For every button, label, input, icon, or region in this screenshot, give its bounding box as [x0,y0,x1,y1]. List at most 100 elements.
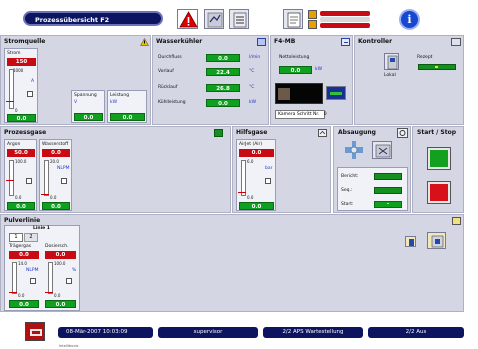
wasserstoff-checkbox[interactable] [61,178,67,184]
strom-setpoint[interactable]: 150 [7,58,36,66]
status-indicator-group [308,10,370,29]
tab-linie-2[interactable]: 2 [24,233,38,242]
pulverlinie-panel: Pulverlinie Linie 1 1 2 Trägergas 0.0 14… [0,214,464,312]
logo-icon [30,329,42,336]
kuehlleistung-label: Kühlleistung [158,100,186,105]
pulverlinie-alert-icon[interactable] [452,217,461,225]
datetime-field: 08-Mär-2007 10:03:09 [58,327,153,338]
argon-max: 100.0 [15,159,27,164]
pulverlinie-small-button[interactable] [405,236,416,247]
process-view-button[interactable] [204,9,224,29]
dosiersch-checkbox[interactable] [66,278,72,284]
computer-icon [387,55,398,70]
traegergas-box: Trägergas 0.0 14.0 NLPM 0.0 0.0 [8,244,42,310]
wasserstoff-label: Wasserstoff [42,142,69,147]
aus-status-value: 2/2 Aus [405,329,427,335]
netto-value: 0.0 [279,66,312,74]
camera-action-button[interactable] [326,86,346,100]
tab-linie-1[interactable]: 1 [9,233,23,242]
airjet-label: AirJet (Air) [239,142,263,147]
argon-checkbox[interactable] [26,178,32,184]
argon-meter [9,160,14,196]
wasserstoff-unit: NLPM [57,166,70,171]
table-list-icon [233,12,247,28]
prozessgase-header: Prozessgase [4,129,47,136]
airjet-checkbox[interactable] [265,178,271,184]
ruecklauf-unit: °C [249,85,255,90]
airjet-min: 0.0 [247,195,254,200]
startstop-panel: Start / Stop [412,126,464,213]
strom-checkbox[interactable] [27,91,33,97]
dosiersch-marker [45,292,53,293]
start-button[interactable] [427,147,451,170]
aps-status-field: 2/2 APS Wartestellung [263,327,363,338]
status-bar-3 [320,23,370,28]
kontroller-settings-icon[interactable] [451,38,461,46]
wasserstoff-max: 20.0 [50,159,59,164]
wasserkuehler-settings-icon[interactable] [257,38,266,46]
process-diagram-icon [207,12,223,28]
status-led-2 [308,20,317,29]
traegergas-setpoint[interactable]: 0.0 [9,251,39,259]
dosiersch-max: 100.0 [54,261,66,266]
spannung-unit: V [74,100,78,105]
aps-status-value: 2/2 APS Wartestellung [282,329,344,335]
traegergas-checkbox[interactable] [30,278,36,284]
f4mb-panel: F4-MB Nettoleistung 0.0 kW Kamera Schrit… [270,35,353,125]
valve-icon [375,144,391,158]
absaugung-status-box: Bericht: Seq.: Start: - [337,167,408,211]
startstop-header: Start / Stop [417,129,457,136]
bericht-indicator [374,173,402,180]
linie-icon [409,239,414,246]
document-icon [287,12,301,28]
vorlauf-unit: °C [249,69,255,74]
hilfsgase-header: Hilfsgase [236,129,268,136]
traegergas-actual: 0.0 [9,300,39,308]
argon-label: Argon [7,142,21,147]
document-button[interactable] [283,9,303,29]
wasserstoff-meter [44,160,49,196]
fan-icon [343,141,365,159]
camera-preview-icon [278,88,290,100]
warning-icon[interactable] [140,37,149,46]
hilfsgase-collapse-icon[interactable] [318,129,327,137]
absaugung-settings-icon[interactable] [397,128,408,138]
wasserstoff-setpoint[interactable]: 0.0 [42,149,70,157]
ruecklauf-label: Rücklauf [158,85,178,90]
traegergas-unit: NLPM [26,268,39,273]
absaugung-valve-button[interactable] [372,141,392,159]
table-view-button[interactable] [229,9,249,29]
stromquelle-header: Stromquelle [4,38,46,45]
argon-setpoint[interactable]: 50.0 [7,149,35,157]
argon-marker [6,180,14,181]
wasserstoff-box: Wasserstoff 0.0 20.0 NLPM 0.0 0.0 [39,139,72,211]
stop-button[interactable] [427,181,451,204]
bericht-label: Bericht: [341,174,359,179]
traegergas-marker [9,292,17,293]
strom-max: 1000 [13,68,24,73]
vorlauf-label: Vorlauf [158,69,174,74]
leistung-value: 0.0 [110,113,145,121]
lokal-button[interactable] [384,53,399,70]
pulverlinie-detail-button[interactable] [427,232,446,249]
prozessgase-settings-icon[interactable] [214,129,223,137]
status-bar-1 [320,11,370,16]
datetime-value: 08-Mär-2007 10:03:09 [66,329,128,335]
airjet-marker [238,192,246,193]
info-button[interactable]: i [399,9,420,30]
argon-min: 0.0 [15,195,22,200]
logo-label: Intellitronic [59,344,79,348]
strom-actual: 0.0 [7,114,36,122]
start-value: - [374,201,402,208]
argon-box: Argon 50.0 100.0 0.0 0.0 [4,139,37,211]
alarm-warning-button[interactable] [177,9,198,29]
f4mb-minimize-icon[interactable] [341,38,350,46]
spannung-box: Spannung V 0.0 [71,90,105,123]
user-field[interactable]: supervisor [158,327,258,338]
aus-status-field: 2/2 Aus [368,327,464,338]
airjet-setpoint[interactable]: 0.0 [239,149,274,157]
dosiersch-setpoint[interactable]: 0.0 [45,251,76,259]
linie-label: Linie 1 [33,226,50,231]
strom-min: 0 [15,108,18,113]
powder-feeder-icon [431,235,444,248]
